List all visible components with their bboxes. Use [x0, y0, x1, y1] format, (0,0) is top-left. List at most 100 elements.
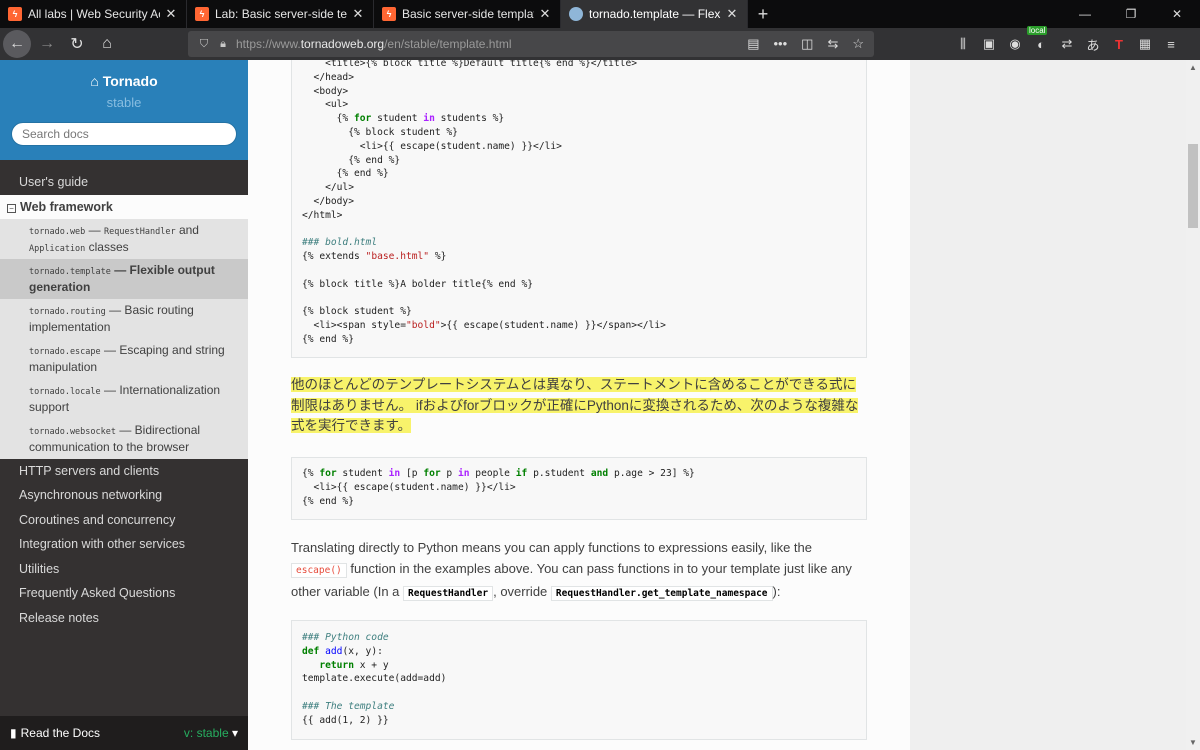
inline-code-escape: escape() [291, 563, 347, 578]
sidebar-subitem-web[interactable]: tornado.web — RequestHandler and Applica… [0, 218, 248, 259]
extension-t-icon[interactable]: T [1111, 37, 1127, 52]
sidebar-header: ⌂ Tornado stable Search docs [0, 60, 248, 160]
sidebar-subitem-escape[interactable]: tornado.escape — Escaping and string man… [0, 338, 248, 379]
tab-bar: ϟ All labs | Web Security Academy ✕ ϟ La… [0, 0, 1200, 28]
tab-title: Basic server-side template injection [402, 7, 534, 21]
scroll-down-icon[interactable]: ▼ [1189, 738, 1197, 747]
shield-icon: ⛉ [199, 37, 209, 50]
sidebar-item-coroutines[interactable]: Coroutines and concurrency [0, 508, 248, 533]
reload-button[interactable]: ↻ [63, 30, 91, 58]
code-block-complex-expression: {% for student in [p for p in people if … [291, 457, 867, 520]
page-scrollbar[interactable]: ▲ ▼ [1186, 60, 1200, 750]
rtd-footer[interactable]: ▮ Read the Docs v: stable ▾ [0, 716, 248, 750]
sidebar-item-release-notes[interactable]: Release notes [0, 606, 248, 631]
search-input[interactable]: Search docs [11, 122, 237, 146]
bookmark-star-icon[interactable]: ☆ [852, 36, 864, 52]
url-text: https://www.tornadoweb.org/en/stable/tem… [236, 37, 512, 51]
code-line: </body> [302, 195, 354, 207]
sidebar-icon[interactable]: ▣ [981, 36, 997, 52]
pocket-icon[interactable]: ◫ [801, 36, 813, 52]
sidebar-item-faq[interactable]: Frequently Asked Questions [0, 581, 248, 606]
close-icon[interactable]: ✕ [351, 6, 365, 22]
forward-button[interactable]: → [33, 30, 61, 58]
brand-link[interactable]: ⌂ Tornado [0, 73, 248, 89]
sidebar-subitem-locale[interactable]: tornado.locale — Internationalization su… [0, 378, 248, 419]
page-gutter [910, 60, 1186, 750]
close-window-icon[interactable]: ✕ [1154, 0, 1200, 28]
browser-tab-active[interactable]: tornado.template — Flexible output gener… [561, 0, 748, 28]
reader-view-icon[interactable]: ▤ [747, 36, 759, 52]
code-line: <li>{{ escape(student.name) }}</li> [302, 140, 562, 152]
home-button[interactable]: ⌂ [93, 30, 121, 58]
code-line: ### The template [302, 700, 395, 712]
sidebar-item-integration[interactable]: Integration with other services [0, 532, 248, 557]
code-line: ### Python code [302, 632, 389, 643]
close-icon[interactable]: ✕ [164, 6, 178, 22]
close-icon[interactable]: ✕ [725, 6, 739, 22]
scrollbar-thumb[interactable] [1188, 144, 1198, 228]
sidebar-subitem-routing[interactable]: tornado.routing — Basic routing implemen… [0, 298, 248, 339]
new-tab-button[interactable]: + [748, 0, 778, 28]
toolbar-icons: ⫼ ▣ ◉ local ◐ ⇄ あ T ▦ ≡ [955, 25, 1179, 60]
sidebar-subitem-websocket[interactable]: tornado.websocket — Bidirectional commun… [0, 418, 248, 459]
code-block-python-function: ### Python code def add(x, y): return x +… [291, 620, 867, 740]
code-line: {% block student %} [302, 306, 412, 318]
more-icon[interactable]: ••• [773, 36, 787, 52]
code-line: <title>{% block title %}Default title{% … [302, 60, 638, 69]
extensions-grid-icon[interactable]: ▦ [1137, 36, 1153, 52]
code-line: {% block title %}A bolder title{% end %} [302, 278, 534, 290]
minimize-icon[interactable]: — [1062, 0, 1108, 28]
sidebar-item-async[interactable]: Asynchronous networking [0, 483, 248, 508]
code-line: {% end %} [302, 333, 354, 345]
account-icon[interactable]: ◉ [1007, 36, 1023, 52]
extension-local-icon[interactable]: local ◐ [1027, 25, 1049, 52]
version-switcher[interactable]: v: stable ▾ [184, 726, 238, 740]
code-line: {{ add(1, 2) }} [302, 714, 389, 726]
back-button[interactable]: ← [3, 30, 31, 58]
bolt-icon: ϟ [382, 7, 396, 21]
browser-tab[interactable]: ϟ All labs | Web Security Academy ✕ [0, 0, 187, 28]
inline-code-requesthandler[interactable]: RequestHandler [403, 586, 494, 601]
scroll-up-icon[interactable]: ▲ [1189, 63, 1197, 72]
translated-paragraph: 他のほとんどのテンプレートシステムとは異なり、ステートメントに含めることができる… [291, 377, 859, 433]
address-bar[interactable]: ⛉ 🔒︎ https://www.tornadoweb.org/en/stabl… [188, 31, 874, 57]
code-line: {% end %} [302, 168, 389, 180]
collapse-icon: − [7, 203, 16, 213]
code-line: template.execute(add=add) [302, 673, 447, 685]
bolt-icon: ϟ [195, 7, 209, 21]
menu-icon[interactable]: ≡ [1163, 37, 1179, 52]
close-icon[interactable]: ✕ [538, 6, 552, 22]
main-content: <title>{% block title %}Default title{% … [248, 60, 910, 750]
sidebar-item-users-guide[interactable]: User's guide [0, 170, 248, 195]
code-line: </head> [302, 71, 354, 83]
sidebar-item-web-framework[interactable]: − Web framework [0, 194, 248, 219]
sidebar-item-http[interactable]: HTTP servers and clients [0, 459, 248, 484]
code-block-templates: <title>{% block title %}Default title{% … [291, 60, 867, 358]
browser-tab[interactable]: ϟ Lab: Basic server-side template inject… [187, 0, 374, 28]
sidebar-subitem-template[interactable]: tornado.template — Flexible output gener… [0, 258, 248, 299]
code-line: <li><span style="bold">{{ escape(student… [302, 320, 666, 332]
globe-icon [569, 7, 583, 21]
tab-title: All labs | Web Security Academy [28, 7, 160, 21]
code-line: </html> [302, 209, 343, 221]
inline-code-get-template-namespace[interactable]: RequestHandler.get_template_namespace [550, 586, 773, 601]
docs-sidebar: ⌂ Tornado stable Search docs User's guid… [0, 60, 248, 750]
browser-tab[interactable]: ϟ Basic server-side template injection ✕ [374, 0, 561, 28]
restore-icon[interactable]: ❐ [1108, 0, 1154, 28]
code-line: {% for student in students %} [302, 113, 505, 125]
library-icon[interactable]: ⫼ [955, 36, 971, 52]
translate-icon[interactable]: ⇆ [827, 36, 838, 52]
tab-title: Lab: Basic server-side template injectio… [215, 7, 347, 21]
extension-lang-icon[interactable]: あ [1085, 35, 1101, 54]
home-icon: ⌂ [90, 73, 103, 89]
code-line: return x + y [319, 659, 389, 671]
extension-translate-icon[interactable]: ⇄ [1059, 36, 1075, 52]
code-line: def add(x, y): [302, 645, 383, 657]
sidebar-item-utilities[interactable]: Utilities [0, 557, 248, 582]
code-line: {% end %} [302, 495, 354, 507]
book-icon: ▮ [10, 726, 17, 740]
code-line: ### bold.html [302, 237, 378, 249]
